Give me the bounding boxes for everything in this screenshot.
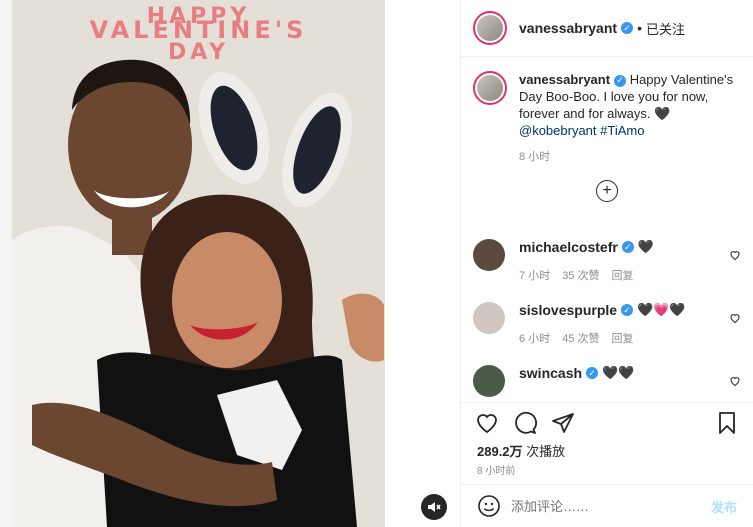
- comment-row: swincash ✓ 🖤🖤: [461, 365, 753, 397]
- view-count-label: 次播放: [526, 444, 566, 459]
- photo-title-line3: DAY: [167, 40, 230, 65]
- posted-time: 8 小时前: [477, 466, 516, 477]
- view-count-number: 289.2万: [477, 444, 523, 459]
- load-more: +: [461, 180, 753, 202]
- post-sidebar: vanessabryant ✓ • 已关注 vanessabryant ✓ Hap…: [460, 0, 753, 527]
- post-header: vanessabryant ✓ • 已关注: [461, 0, 753, 57]
- post-caption: vanessabryant ✓ Happy Valentine's Day Boo…: [461, 57, 753, 166]
- comment-avatar[interactable]: [473, 302, 505, 334]
- comment-like-heart-icon[interactable]: [729, 249, 741, 261]
- comment-username[interactable]: sislovespurple: [519, 302, 617, 318]
- comments-area[interactable]: vanessabryant ✓ Happy Valentine's Day Boo…: [461, 57, 753, 402]
- comment-username[interactable]: michaelcostefr: [519, 239, 618, 255]
- comment-time: 7 小时: [519, 270, 551, 282]
- add-comment-input[interactable]: [511, 498, 711, 514]
- comment-text: 🖤🖤: [602, 365, 635, 380]
- load-more-comments-icon[interactable]: +: [596, 180, 618, 202]
- mute-button[interactable]: [421, 494, 447, 520]
- comment-bubble-icon[interactable]: [513, 411, 537, 435]
- comment-likes[interactable]: 45 次赞: [562, 330, 599, 346]
- comment-reply-button[interactable]: 回复: [611, 267, 633, 283]
- post-media: HAPPY VALENTINE'S DAY: [0, 0, 460, 527]
- comment-like-heart-icon[interactable]: [729, 312, 741, 324]
- caption-time: 8 小时: [519, 151, 551, 163]
- like-heart-icon[interactable]: [475, 411, 499, 435]
- media-edge: [0, 0, 12, 527]
- comment-text: 🖤: [637, 239, 655, 254]
- follow-button[interactable]: 已关注: [646, 19, 685, 38]
- verified-badge-icon: ✓: [621, 22, 634, 34]
- header-separator: •: [637, 20, 642, 36]
- caption-username[interactable]: vanessabryant: [519, 72, 610, 87]
- emoji-smiley-icon[interactable]: [477, 494, 501, 518]
- author-username[interactable]: vanessabryant: [519, 20, 617, 36]
- comment-row: michaelcostefr ✓ 🖤 7 小时 35 次赞 回复: [461, 239, 753, 283]
- comment-username[interactable]: swincash: [519, 365, 582, 381]
- verified-badge-icon: ✓: [586, 367, 599, 379]
- share-paper-plane-icon[interactable]: [551, 411, 575, 435]
- view-count[interactable]: 289.2万 次播放: [477, 441, 565, 460]
- verified-badge-icon: ✓: [621, 304, 634, 316]
- post-comment-button[interactable]: 发布: [711, 497, 737, 516]
- photo-illustration: [12, 0, 385, 527]
- comment-text: 🖤💗🖤: [637, 302, 686, 317]
- verified-badge-icon: ✓: [621, 241, 634, 253]
- action-bar: [461, 402, 753, 442]
- speaker-muted-icon: [428, 502, 441, 512]
- save-bookmark-icon[interactable]: [715, 411, 739, 435]
- comment-likes[interactable]: 35 次赞: [562, 267, 599, 283]
- author-avatar[interactable]: [473, 11, 507, 45]
- verified-badge-icon: ✓: [614, 74, 627, 87]
- add-comment-bar: 发布: [461, 484, 753, 527]
- comment-avatar[interactable]: [473, 239, 505, 271]
- comment-like-heart-icon[interactable]: [729, 375, 741, 387]
- post-photo[interactable]: HAPPY VALENTINE'S DAY: [12, 0, 385, 527]
- comment-time: 6 小时: [519, 333, 551, 345]
- mention-link[interactable]: @kobebryant: [519, 123, 597, 138]
- hashtag-link[interactable]: #TiAmo: [600, 123, 644, 138]
- comment-row: sislovespurple ✓ 🖤💗🖤 6 小时 45 次赞 回复: [461, 302, 753, 346]
- caption-avatar[interactable]: [473, 71, 507, 105]
- comment-reply-button[interactable]: 回复: [611, 330, 633, 346]
- comment-avatar[interactable]: [473, 365, 505, 397]
